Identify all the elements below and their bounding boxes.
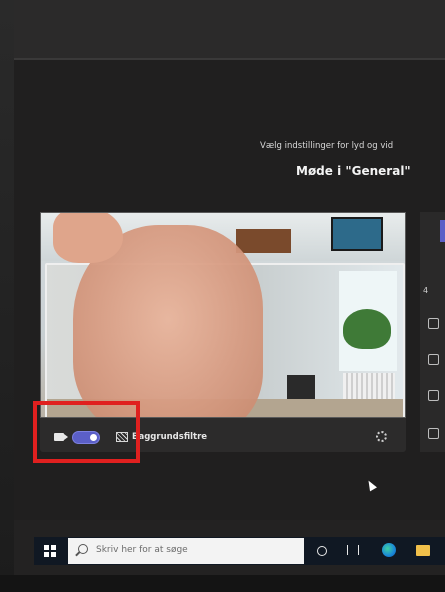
annotation-highlight-box xyxy=(33,401,140,463)
join-button-edge[interactable] xyxy=(440,220,445,242)
search-placeholder: Skriv her for at søge xyxy=(96,545,188,555)
edge-browser-icon[interactable] xyxy=(382,543,396,557)
background-tv xyxy=(331,217,383,251)
cortana-icon[interactable] xyxy=(317,546,327,556)
file-explorer-icon[interactable] xyxy=(416,545,430,556)
task-view-icon[interactable] xyxy=(347,545,359,555)
audio-option-icon[interactable] xyxy=(428,390,439,401)
audio-option-icon[interactable] xyxy=(428,354,439,365)
background-plant xyxy=(343,309,391,349)
background-filters-button[interactable]: Baggrundsfiltre xyxy=(132,432,207,442)
audio-option-icon[interactable] xyxy=(428,428,439,439)
audio-options-panel: 4 xyxy=(420,212,445,452)
background-shelf xyxy=(236,229,291,253)
hand-fingers xyxy=(53,213,123,263)
settings-gear-icon[interactable] xyxy=(376,431,387,442)
audio-option-icon[interactable] xyxy=(428,318,439,329)
meeting-title: Møde i "General" xyxy=(296,164,411,178)
search-icon xyxy=(78,544,88,554)
windows-taskbar: Skriv her for at søge xyxy=(34,537,445,565)
taskbar-search-box[interactable]: Skriv her for at søge xyxy=(68,538,304,564)
windows-logo-icon[interactable] xyxy=(44,545,56,557)
audio-panel-text: 4 xyxy=(423,286,429,295)
prejoin-subtitle: Vælg indstillinger for lyd og vid xyxy=(260,141,394,151)
app-title-bar xyxy=(14,0,445,58)
desk-surface xyxy=(0,575,445,592)
inner-preview-frame xyxy=(45,225,405,417)
camera-preview xyxy=(40,212,406,418)
